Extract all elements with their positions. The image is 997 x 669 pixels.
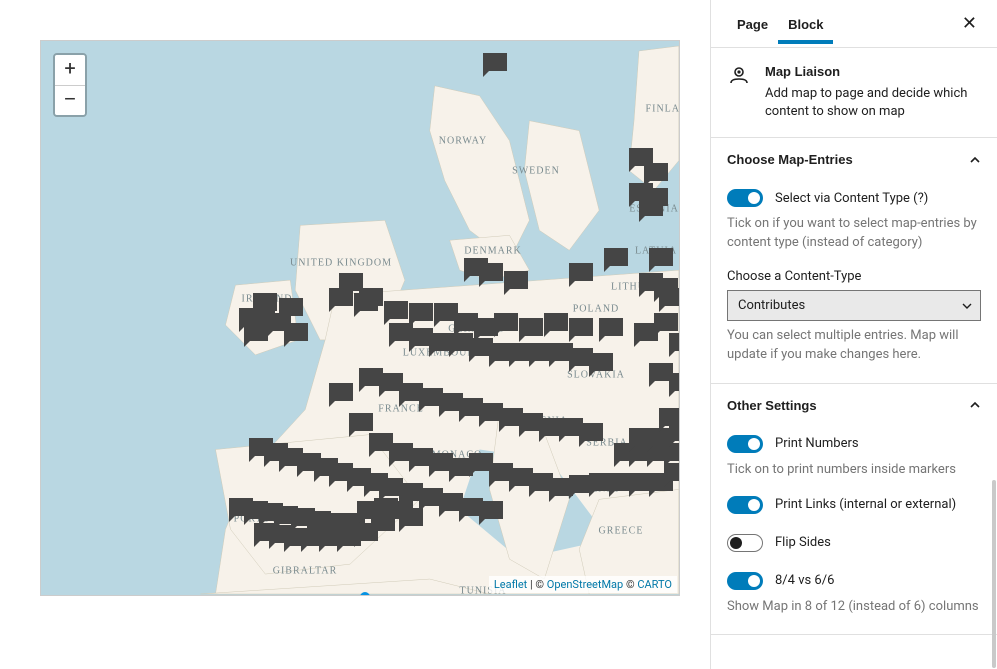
map-marker[interactable] <box>579 423 603 441</box>
map-marker[interactable] <box>644 163 668 181</box>
map-pane: + – Leaflet | © OpenStreetMap © CARTO FI… <box>0 0 710 669</box>
toggle-select-via-content-type[interactable] <box>727 189 763 207</box>
toggle-print-numbers[interactable] <box>727 435 763 453</box>
location-dot <box>360 592 370 596</box>
map-pin-icon <box>727 64 751 121</box>
toggle-label: 8/4 vs 6/6 <box>775 573 834 588</box>
toggle-8-4-vs-6-6[interactable] <box>727 572 763 590</box>
map-attribution: Leaflet | © OpenStreetMap © CARTO <box>489 576 677 593</box>
panel-other-settings-header[interactable]: Other Settings <box>711 384 997 427</box>
help-text: Tick on if you want to select map-entrie… <box>727 215 981 253</box>
zoom-controls: + – <box>53 53 87 117</box>
map-marker[interactable] <box>659 288 680 306</box>
toggle-label: Flip Sides <box>775 535 831 550</box>
zoom-in-button[interactable]: + <box>55 55 85 85</box>
help-text: You can select multiple entries. Map wil… <box>727 327 981 365</box>
panel-other-settings: Other Settings Print Numbers Tick on to … <box>711 384 997 636</box>
map-marker[interactable] <box>569 318 593 336</box>
map-marker[interactable] <box>329 288 353 306</box>
map-marker[interactable] <box>384 301 408 319</box>
panel-title: Other Settings <box>727 398 817 413</box>
map-marker[interactable] <box>479 501 503 519</box>
map-marker[interactable] <box>599 318 623 336</box>
panel-map-entries: Choose Map-Entries Select via Content Ty… <box>711 138 997 383</box>
map-marker[interactable] <box>284 323 308 341</box>
content-type-label: Choose a Content-Type <box>727 269 981 284</box>
map-marker[interactable] <box>519 318 543 336</box>
chevron-up-icon <box>969 399 981 411</box>
block-description: Add map to page and decide which content… <box>765 85 981 121</box>
toggle-label: Select via Content Type (?) <box>775 191 928 206</box>
close-icon[interactable]: ✕ <box>958 9 981 38</box>
content-type-select[interactable]: Contributes <box>727 290 981 321</box>
map-marker[interactable] <box>349 413 373 431</box>
tab-block[interactable]: Block <box>778 3 833 44</box>
map-marker[interactable] <box>669 373 680 391</box>
map-marker[interactable] <box>354 293 378 311</box>
map-marker[interactable] <box>329 383 353 401</box>
map-marker[interactable] <box>483 53 507 71</box>
panel-map-entries-header[interactable]: Choose Map-Entries <box>711 138 997 181</box>
help-text: Tick on to print numbers inside markers <box>727 461 981 480</box>
toggle-label: Print Links (internal or external) <box>775 497 956 512</box>
map-canvas[interactable]: + – Leaflet | © OpenStreetMap © CARTO FI… <box>40 40 680 596</box>
map-marker[interactable] <box>504 271 528 289</box>
map-marker[interactable] <box>634 323 658 341</box>
map-marker[interactable] <box>669 333 680 351</box>
map-marker[interactable] <box>649 248 673 266</box>
chevron-up-icon <box>969 154 981 166</box>
leaflet-link[interactable]: Leaflet <box>494 578 527 591</box>
attr-sep: © <box>623 578 637 591</box>
osm-link[interactable]: OpenStreetMap <box>547 578 623 591</box>
carto-link[interactable]: CARTO <box>637 578 672 591</box>
toggle-print-links[interactable] <box>727 496 763 514</box>
map-marker[interactable] <box>399 508 423 526</box>
block-inspector-sidebar: Page Block ✕ Map Liaison Add map to page… <box>710 0 997 669</box>
map-marker[interactable] <box>371 513 395 531</box>
zoom-out-button[interactable]: – <box>55 85 85 115</box>
attr-sep: | © <box>527 578 547 591</box>
map-marker[interactable] <box>544 313 568 331</box>
map-marker[interactable] <box>244 323 268 341</box>
scrollbar-thumb[interactable] <box>992 480 996 668</box>
inspector-tabs: Page Block ✕ <box>711 0 997 48</box>
toggle-flip-sides[interactable] <box>727 534 763 552</box>
tab-page[interactable]: Page <box>727 3 778 44</box>
map-marker[interactable] <box>434 303 458 321</box>
map-marker[interactable] <box>569 263 593 281</box>
help-text: Show Map in 8 of 12 (instead of 6) colum… <box>727 598 981 617</box>
map-marker[interactable] <box>409 303 433 321</box>
block-header: Map Liaison Add map to page and decide w… <box>711 48 997 138</box>
map-marker[interactable] <box>604 248 628 266</box>
block-title: Map Liaison <box>765 64 981 79</box>
map-marker[interactable] <box>639 198 663 216</box>
map-marker[interactable] <box>589 353 613 371</box>
toggle-label: Print Numbers <box>775 436 859 451</box>
map-marker[interactable] <box>669 423 680 441</box>
panel-title: Choose Map-Entries <box>727 152 853 167</box>
map-marker[interactable] <box>464 258 488 276</box>
